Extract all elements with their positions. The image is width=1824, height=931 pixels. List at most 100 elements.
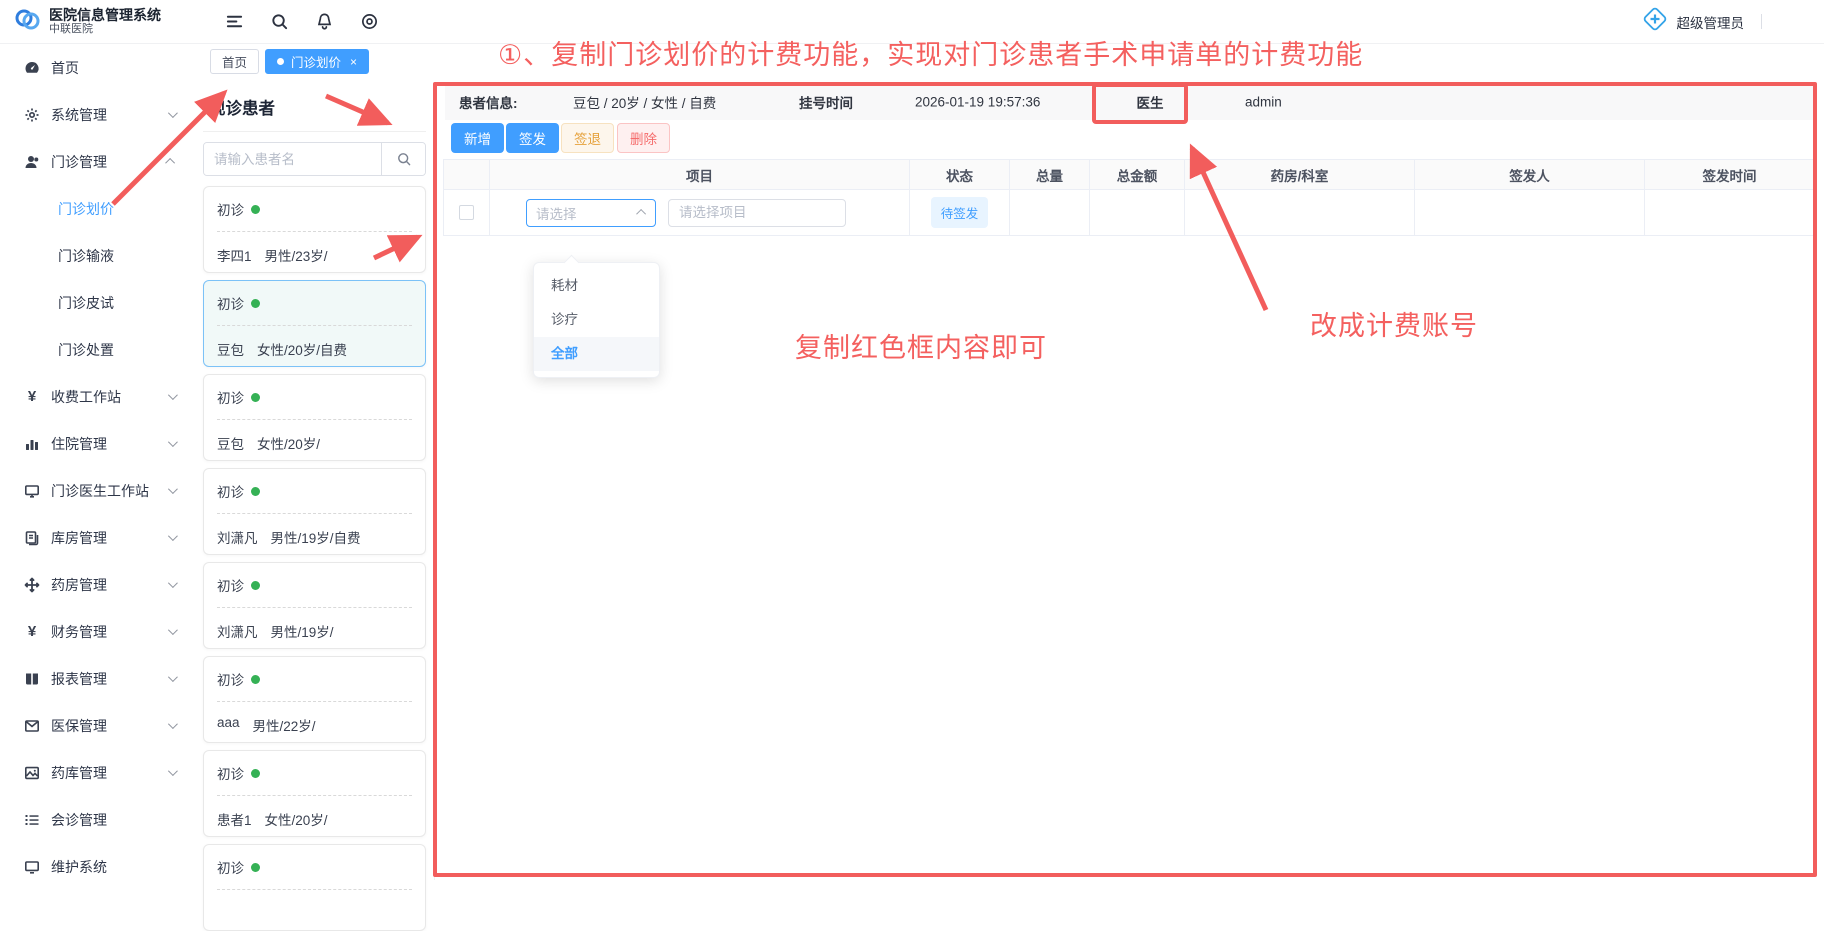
- visit-type-label: 初诊: [217, 763, 244, 783]
- settings-icon[interactable]: [360, 12, 379, 31]
- patient-search-button[interactable]: [381, 143, 425, 175]
- chevron-down-icon: [168, 719, 178, 729]
- select-placeholder: 请选择: [536, 203, 639, 223]
- sidebar-item-label: 住院管理: [51, 434, 107, 454]
- table-row: 请选择 待签发: [444, 190, 1815, 236]
- sidebar-item-inpatient-mgmt[interactable]: 住院管理: [0, 420, 195, 467]
- item-search-input[interactable]: [668, 199, 846, 227]
- chevron-down-icon: [168, 484, 178, 494]
- column-dept: 药房/科室: [1185, 160, 1415, 190]
- patient-card-selected[interactable]: 初诊 豆包女性/20岁/自费: [203, 280, 426, 367]
- patient-card[interactable]: 初诊 刘潇凡男性/19岁/: [203, 562, 426, 649]
- patient-card[interactable]: 初诊: [203, 844, 426, 931]
- patient-info-value: 豆包 / 20岁 / 女性 / 自费: [573, 92, 716, 112]
- dropdown-option-all[interactable]: 全部: [534, 337, 659, 371]
- sidebar-item-consultation-mgmt[interactable]: 会诊管理: [0, 796, 195, 843]
- brand: 医院信息管理系统 中联医院: [0, 6, 195, 38]
- tab-strip: 首页 门诊划价 ×: [195, 44, 1824, 82]
- sidebar-item-label: 会诊管理: [51, 810, 107, 830]
- sidebar-item-label: 收费工作站: [51, 387, 121, 407]
- collapse-menu-icon[interactable]: [225, 12, 244, 31]
- patient-panel-title: 现诊患者: [203, 82, 426, 132]
- patient-name: 豆包: [217, 433, 244, 453]
- patient-meta: 女性/20岁/: [265, 809, 328, 829]
- user-role-label[interactable]: 超级管理员: [1677, 12, 1745, 32]
- sidebar-item-home[interactable]: 首页: [0, 44, 195, 91]
- tab-close-icon[interactable]: ×: [350, 56, 357, 68]
- total-cell: [1010, 190, 1090, 236]
- sidebar-item-outpatient-infusion[interactable]: 门诊输液: [0, 232, 195, 279]
- registration-time-label: 挂号时间: [799, 92, 853, 112]
- sidebar-item-report-mgmt[interactable]: 报表管理: [0, 655, 195, 702]
- patient-name: 豆包: [217, 339, 244, 359]
- tab-home-label: 首页: [222, 52, 247, 71]
- chevron-down-icon: [168, 108, 178, 118]
- sign-issue-button[interactable]: 签发: [506, 123, 559, 153]
- sidebar-item-pharmacy-mgmt[interactable]: 药房管理: [0, 561, 195, 608]
- sidebar-item-drug-storage-mgmt[interactable]: 药库管理: [0, 749, 195, 796]
- tab-active-dot-icon: [277, 58, 284, 65]
- row-checkbox[interactable]: [459, 205, 474, 220]
- sidebar-item-warehouse-mgmt[interactable]: 库房管理: [0, 514, 195, 561]
- search-icon[interactable]: [270, 12, 289, 31]
- patient-search: [203, 142, 426, 176]
- column-item: 项目: [490, 160, 910, 190]
- user-avatar-icon[interactable]: [1642, 6, 1668, 37]
- patient-card[interactable]: 初诊 患者1女性/20岁/: [203, 750, 426, 837]
- sidebar-item-outpatient-mgmt[interactable]: 门诊管理: [0, 138, 195, 185]
- patient-search-input[interactable]: [204, 143, 381, 175]
- sidebar-item-label: 门诊皮试: [58, 293, 114, 313]
- tab-active-label: 门诊划价: [291, 52, 341, 71]
- sidebar-item-maintenance-system[interactable]: 维护系统: [0, 843, 195, 880]
- tab-outpatient-pricing[interactable]: 门诊划价 ×: [265, 49, 369, 74]
- sidebar-item-outpatient-doctor-station[interactable]: 门诊医生工作站: [0, 467, 195, 514]
- app-header: 医院信息管理系统 中联医院 超级管理员: [0, 0, 1824, 44]
- sidebar-item-outpatient-pricing[interactable]: 门诊划价: [0, 185, 195, 232]
- patient-name: 刘潇凡: [217, 621, 258, 641]
- sidebar-item-label: 药房管理: [51, 575, 107, 595]
- sidebar-nav: 首页 系统管理 门诊管理 门诊划价 门诊输液 门诊皮试 门诊处置 ¥ 收费工作站…: [0, 44, 195, 880]
- sidebar-item-label: 门诊管理: [51, 152, 107, 172]
- patient-meta: 男性/19岁/: [271, 621, 334, 641]
- sidebar-item-charging-station[interactable]: ¥ 收费工作站: [0, 373, 195, 420]
- dept-cell: [1185, 190, 1415, 236]
- sidebar-item-label: 系统管理: [51, 105, 107, 125]
- patient-meta: 男性/19岁/自费: [271, 527, 361, 547]
- status-dot-icon: [251, 299, 260, 308]
- sidebar-item-label: 首页: [51, 58, 79, 78]
- add-button[interactable]: 新增: [451, 123, 504, 153]
- patient-card[interactable]: 初诊 刘潇凡男性/19岁/自费: [203, 468, 426, 555]
- sidebar-item-outpatient-skintest[interactable]: 门诊皮试: [0, 279, 195, 326]
- sidebar-item-label: 财务管理: [51, 622, 107, 642]
- patient-card[interactable]: 初诊 aaa男性/22岁/: [203, 656, 426, 743]
- patient-card[interactable]: 初诊 豆包女性/20岁/: [203, 374, 426, 461]
- billing-table: 项目 状态 总量 总金额 药房/科室 签发人 签发时间 请选择: [443, 159, 1815, 236]
- sidebar-item-label: 库房管理: [51, 528, 107, 548]
- chevron-down-icon: [168, 390, 178, 400]
- sidebar-item-label: 门诊处置: [58, 340, 114, 360]
- patient-name: 刘潇凡: [217, 527, 258, 547]
- column-total: 总量: [1010, 160, 1090, 190]
- item-type-select[interactable]: 请选择: [526, 199, 656, 227]
- dropdown-option-treatment[interactable]: 诊疗: [534, 303, 659, 337]
- sidebar-item-outpatient-disposal[interactable]: 门诊处置: [0, 326, 195, 373]
- chevron-down-icon: [168, 437, 178, 447]
- tab-home[interactable]: 首页: [210, 49, 259, 74]
- column-amount: 总金额: [1090, 160, 1185, 190]
- dropdown-option-consumable[interactable]: 耗材: [534, 269, 659, 303]
- patient-card[interactable]: 初诊 李四1男性/23岁/: [203, 186, 426, 273]
- notifications-bell-icon[interactable]: [315, 12, 334, 31]
- column-status: 状态: [910, 160, 1010, 190]
- sign-out-button[interactable]: 签退: [561, 123, 614, 153]
- patient-name: 李四1: [217, 245, 252, 265]
- column-issuer: 签发人: [1415, 160, 1645, 190]
- visit-type-label: 初诊: [217, 199, 244, 219]
- sidebar-item-insurance-mgmt[interactable]: 医保管理: [0, 702, 195, 749]
- header-divider: [1761, 14, 1762, 29]
- sidebar-item-system-mgmt[interactable]: 系统管理: [0, 91, 195, 138]
- issuer-cell: [1415, 190, 1645, 236]
- visit-type-label: 初诊: [217, 481, 244, 501]
- sidebar-item-finance-mgmt[interactable]: ¥ 财务管理: [0, 608, 195, 655]
- delete-button[interactable]: 删除: [617, 123, 670, 153]
- status-dot-icon: [251, 487, 260, 496]
